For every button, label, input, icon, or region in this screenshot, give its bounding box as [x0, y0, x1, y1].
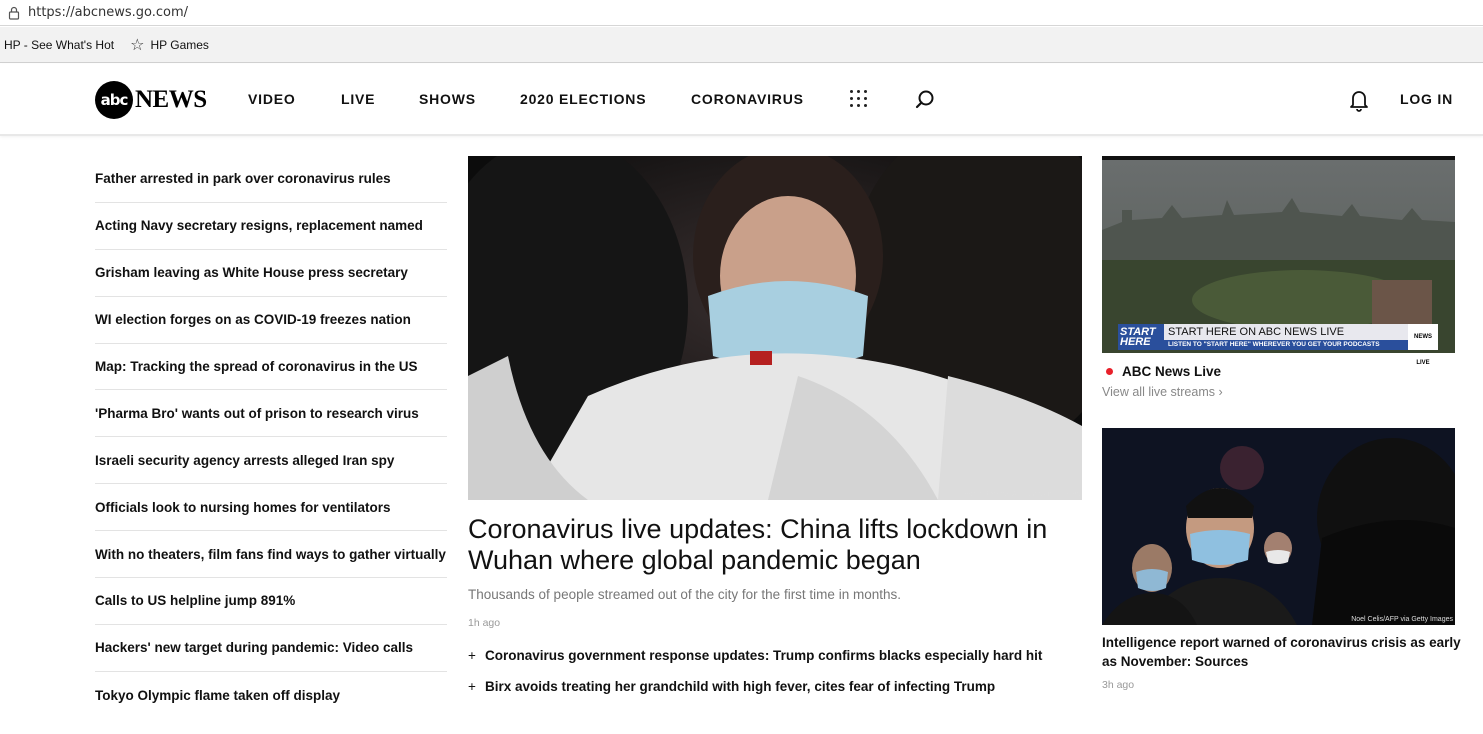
related-story-text: Birx avoids treating her grandchild with… [485, 679, 996, 694]
favorite-label: HP Games [150, 37, 209, 52]
plus-icon: + [468, 648, 476, 663]
ticker-subtitle: LISTEN TO "START HERE" WHEREVER YOU GET … [1164, 340, 1408, 350]
nav-shows[interactable]: SHOWS [419, 91, 476, 107]
grid-menu-icon[interactable] [850, 90, 868, 108]
main-timestamp: 1h ago [468, 617, 501, 629]
list-item[interactable]: Calls to US helpline jump 891% [95, 578, 447, 625]
list-item[interactable]: Father arrested in park over coronavirus… [95, 156, 447, 203]
nav-coronavirus[interactable]: CORONAVIRUS [691, 91, 804, 107]
bell-icon[interactable] [1348, 88, 1370, 117]
live-ticker: START HERE START HERE ON ABC NEWS LIVE L… [1118, 324, 1438, 366]
ticker-title: START HERE ON ABC NEWS LIVE [1164, 324, 1408, 340]
nav-2020-elections[interactable]: 2020 ELECTIONS [520, 91, 646, 107]
favorite-hp-games[interactable]: ☆ HP Games [130, 35, 209, 55]
address-bar[interactable]: https://abcnews.go.com/ [0, 0, 1483, 26]
list-item[interactable]: Tokyo Olympic flame taken off display [95, 672, 447, 719]
top-stories-list: Father arrested in park over coronavirus… [95, 156, 447, 719]
list-item[interactable]: Officials look to nursing homes for vent… [95, 484, 447, 532]
logo-text: NEWS [135, 86, 207, 113]
live-dot-icon [1106, 368, 1113, 375]
main-headline[interactable]: Coronavirus live updates: China lifts lo… [468, 514, 1088, 576]
list-item[interactable]: 'Pharma Bro' wants out of prison to rese… [95, 390, 447, 438]
star-icon: ☆ [130, 36, 145, 54]
lock-icon [0, 6, 28, 20]
plus-icon: + [468, 679, 476, 694]
main-summary: Thousands of people streamed out of the … [468, 587, 901, 602]
list-item[interactable]: Hackers' new target during pandemic: Vid… [95, 625, 447, 672]
related-story-2[interactable]: + Birx avoids treating her grandchild wi… [468, 679, 995, 694]
login-button[interactable]: LOG IN [1400, 91, 1453, 107]
nav-video[interactable]: VIDEO [248, 91, 296, 107]
list-item[interactable]: WI election forges on as COVID-19 freeze… [95, 297, 447, 344]
search-icon[interactable] [914, 89, 936, 116]
side-timestamp: 3h ago [1102, 679, 1135, 691]
url-text[interactable]: https://abcnews.go.com/ [28, 5, 188, 20]
image-credit: Hector Retamal/AFP via Getty Images [961, 491, 1080, 498]
related-story-text: Coronavirus government response updates:… [485, 648, 1043, 663]
list-item[interactable]: Acting Navy secretary resigns, replaceme… [95, 203, 447, 250]
abc-logo-mark: abc [95, 81, 133, 119]
related-story-1[interactable]: + Coronavirus government response update… [468, 648, 1042, 663]
news-live-logo: NEWS LIVE [1408, 324, 1438, 366]
main-story-image[interactable]: Hector Retamal/AFP via Getty Images [468, 156, 1082, 500]
site-header: abc NEWS VIDEO LIVE SHOWS 2020 ELECTIONS… [0, 64, 1483, 136]
list-item[interactable]: With no theaters, film fans find ways to… [95, 531, 447, 579]
list-item[interactable]: Grisham leaving as White House press sec… [95, 250, 447, 297]
list-item[interactable]: Israeli security agency arrests alleged … [95, 437, 447, 485]
list-item[interactable]: Map: Tracking the spread of coronavirus … [95, 344, 447, 391]
view-all-live-link[interactable]: View all live streams › [1102, 385, 1223, 399]
ticker-badge: START HERE [1118, 324, 1164, 350]
favorite-hp-see-whats-hot[interactable]: HP - See What's Hot [4, 38, 114, 52]
image-credit: Noel Celis/AFP via Getty Images [1351, 616, 1453, 623]
live-title[interactable]: ABC News Live [1106, 364, 1221, 379]
abc-news-logo[interactable]: abc NEWS [95, 81, 207, 119]
favorites-bar: HP - See What's Hot ☆ HP Games [0, 27, 1483, 63]
side-story-image[interactable]: Noel Celis/AFP via Getty Images [1102, 428, 1455, 625]
nav-live[interactable]: LIVE [341, 91, 375, 107]
side-headline[interactable]: Intelligence report warned of coronaviru… [1102, 633, 1462, 671]
favorite-label: HP - See What's Hot [4, 37, 115, 52]
live-title-text: ABC News Live [1122, 364, 1222, 379]
